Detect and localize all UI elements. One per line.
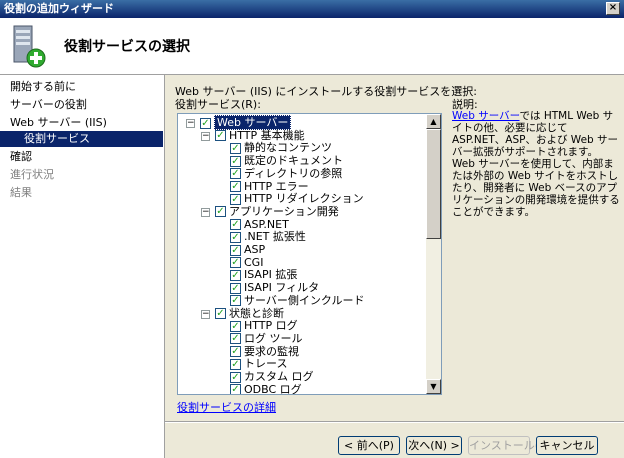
collapse-icon[interactable]: −: [201, 207, 210, 217]
back-button[interactable]: < 前へ(P): [338, 436, 400, 455]
tree-item-label: 静的なコンテンツ: [244, 141, 332, 155]
nav-item-role-services[interactable]: 役割サービス: [0, 131, 163, 147]
checkbox[interactable]: ✓: [230, 168, 241, 180]
tree-item-label: HTTP リダイレクション: [244, 192, 364, 206]
checkbox[interactable]: ✓: [230, 295, 241, 307]
vertical-scrollbar[interactable]: ▲ ▼: [426, 114, 441, 394]
tree-item-label: ASP.NET: [244, 217, 289, 231]
collapse-icon[interactable]: −: [201, 131, 210, 141]
nav-item-progress: 進行状況: [10, 168, 54, 181]
checkbox[interactable]: ✓: [230, 142, 241, 154]
checkbox[interactable]: ✓: [230, 384, 241, 394]
tree-item-label: カスタム ログ: [244, 370, 314, 383]
footer-divider: [165, 421, 624, 423]
checkbox[interactable]: ✓: [230, 333, 241, 345]
description-text: Web サーバーでは HTML Web サイトの他、必要に応じて ASP.NET…: [452, 110, 620, 218]
tree-item-label: アプリケーション開発: [229, 204, 339, 218]
role-services-details-link[interactable]: 役割サービスの詳細: [177, 399, 276, 415]
role-services-tree[interactable]: − ✓ Web サーバー − ✓ HTTP 基本機能 ✓ 静的なコンテンツ ✓ 既定のドキュメント…: [177, 113, 442, 395]
tree-item-label: ISAPI フィルタ: [244, 281, 320, 295]
collapse-icon[interactable]: −: [186, 119, 195, 128]
wizard-header: 役割サービスの選択: [0, 18, 624, 75]
title-bar: 役割の追加ウィザード ×: [0, 0, 624, 18]
tree-item-label: 状態と診断: [229, 306, 284, 320]
tree-item-label: ログ ツール: [244, 331, 303, 345]
checkbox[interactable]: ✓: [230, 320, 241, 332]
checkbox[interactable]: ✓: [200, 117, 211, 129]
checkbox[interactable]: ✓: [230, 346, 241, 358]
wizard-steps-nav: 開始する前に サーバーの役割 Web サーバー (IIS) 役割サービス 確認 …: [0, 75, 165, 458]
tree-item-label: HTTP ログ: [244, 319, 298, 333]
cancel-button[interactable]: キャンセル: [536, 436, 598, 455]
checkbox[interactable]: ✓: [230, 244, 241, 256]
tree-item-label: HTTP 基本機能: [229, 128, 305, 142]
checkbox[interactable]: ✓: [230, 257, 241, 269]
checkbox[interactable]: ✓: [215, 206, 226, 218]
page-title: 役割サービスの選択: [64, 39, 190, 55]
next-button[interactable]: 次へ(N) >: [406, 436, 462, 455]
nav-item-confirmation[interactable]: 確認: [10, 149, 32, 165]
nav-item-before-you-begin[interactable]: 開始する前に: [10, 79, 76, 95]
tree-item-label: ASP: [244, 243, 266, 256]
tree-item-label: ISAPI 拡張: [244, 268, 298, 282]
checkbox[interactable]: ✓: [230, 219, 241, 231]
checkbox[interactable]: ✓: [230, 231, 241, 243]
collapse-icon[interactable]: −: [201, 309, 210, 319]
scroll-down-icon[interactable]: ▼: [426, 379, 441, 394]
checkbox[interactable]: ✓: [230, 155, 241, 167]
close-button[interactable]: ×: [606, 2, 620, 15]
tree-item-label: 既定のドキュメント: [244, 154, 343, 168]
scroll-up-icon[interactable]: ▲: [426, 114, 441, 129]
nav-item-server-roles[interactable]: サーバーの役割: [10, 97, 87, 113]
nav-item-results: 結果: [10, 186, 32, 199]
checkbox[interactable]: ✓: [230, 181, 241, 192]
tree-item-label: 要求の監視: [244, 344, 299, 358]
checkbox[interactable]: ✓: [230, 358, 241, 370]
checkbox[interactable]: ✓: [215, 308, 226, 319]
tree-item-label: HTTP エラー: [244, 179, 309, 193]
main-panel: Web サーバー (IIS) にインストールする役割サービスを選択: 役割サービ…: [165, 75, 624, 458]
tree-item-label: ODBC ログ: [244, 382, 302, 395]
tree-item-label: ディレクトリの参照: [244, 166, 343, 180]
install-button[interactable]: インストール(I): [468, 436, 547, 455]
tree-row[interactable]: ✓ ODBC ログ: [230, 382, 302, 395]
nav-item-web-server[interactable]: Web サーバー (IIS): [10, 115, 107, 131]
role-services-label: 役割サービス(R):: [175, 98, 261, 111]
checkbox[interactable]: ✓: [230, 282, 241, 294]
tree-item-label: トレース: [244, 357, 288, 371]
scroll-thumb[interactable]: [426, 129, 441, 239]
checkbox[interactable]: ✓: [230, 193, 241, 205]
tree-item-label: CGI: [244, 255, 264, 269]
checkbox[interactable]: ✓: [230, 269, 241, 281]
checkbox[interactable]: ✓: [215, 130, 226, 142]
tree-item-label: サーバー側インクルード: [244, 293, 365, 307]
description-body: では HTML Web サイトの他、必要に応じて ASP.NET、ASP、および…: [452, 110, 620, 218]
web-server-link[interactable]: Web サーバー: [452, 110, 520, 122]
checkbox[interactable]: ✓: [230, 371, 241, 383]
tree-item-label: .NET 拡張性: [244, 230, 306, 244]
window-title: 役割の追加ウィザード: [4, 2, 114, 15]
server-add-icon: [13, 25, 46, 68]
